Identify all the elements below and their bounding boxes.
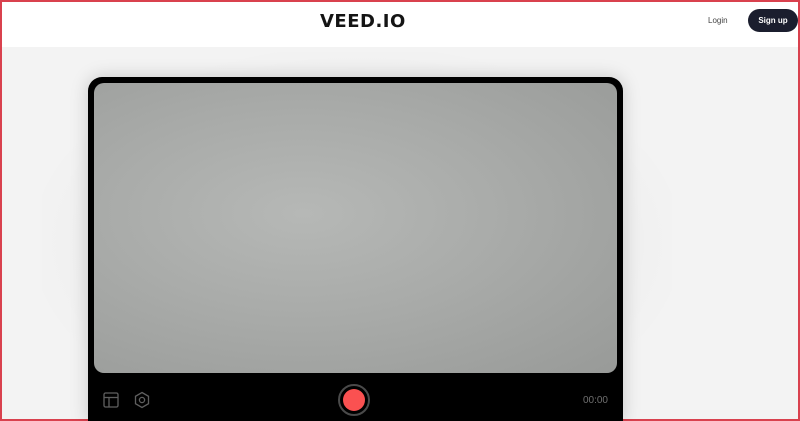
gear-icon[interactable] — [133, 391, 151, 409]
login-link[interactable]: Login — [708, 16, 728, 25]
layout-icon[interactable] — [102, 391, 120, 409]
record-icon — [343, 389, 365, 411]
camera-preview — [94, 83, 617, 373]
recorder-controls: 00:00 — [88, 377, 623, 421]
sign-up-button[interactable]: Sign up — [748, 9, 798, 32]
recorder-panel: 00:00 — [88, 77, 623, 421]
record-button[interactable] — [338, 384, 370, 416]
top-header: VEED.IO Login Sign up — [2, 2, 798, 47]
veed-logo[interactable]: VEED.IO — [320, 11, 406, 32]
recording-timer: 00:00 — [582, 395, 608, 406]
